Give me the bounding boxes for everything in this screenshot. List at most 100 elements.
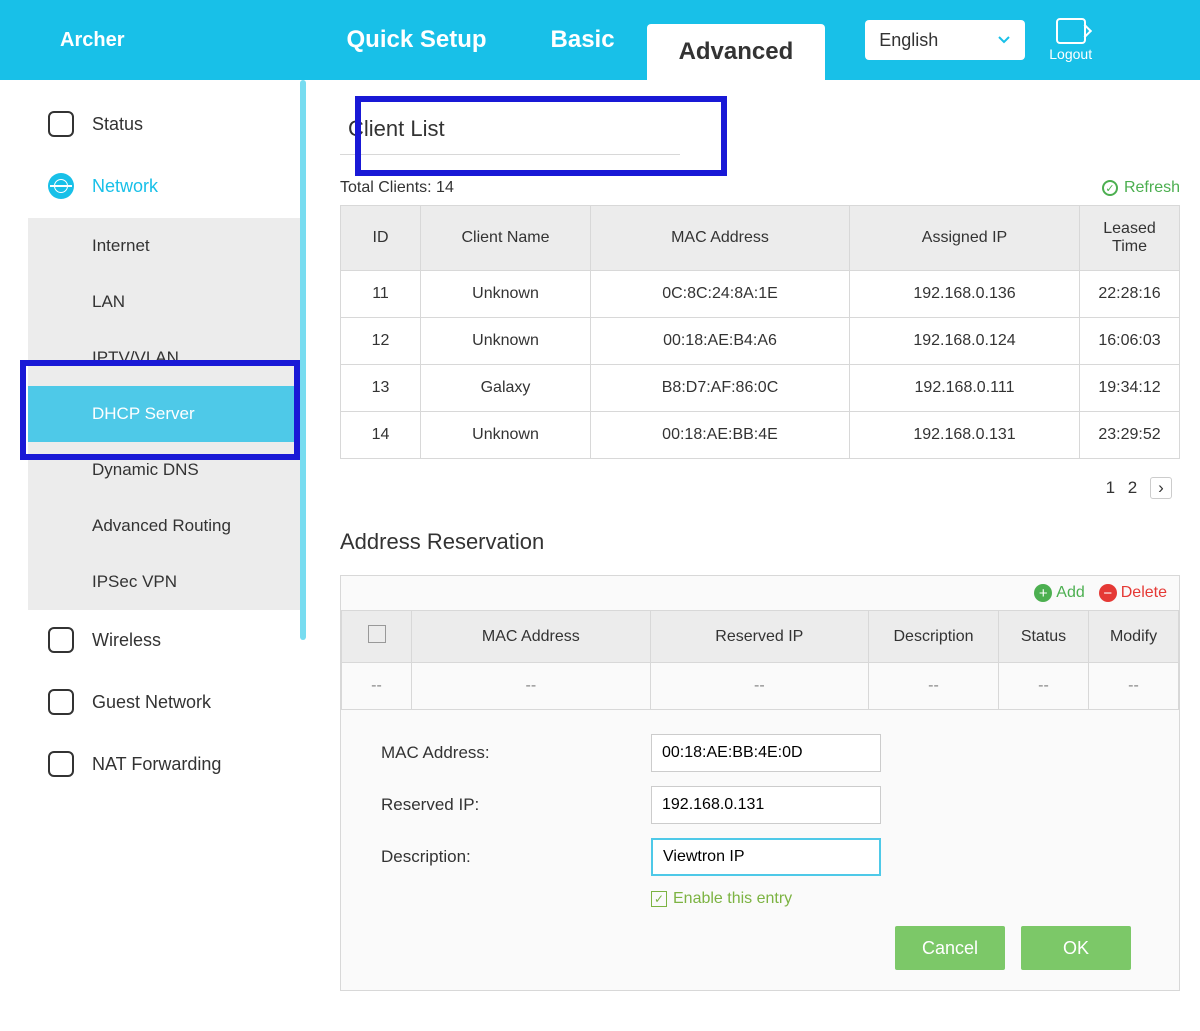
top-bar: Archer Quick Setup Basic Advanced Englis… [0, 0, 1200, 80]
cell-lease: 19:34:12 [1080, 365, 1180, 412]
sidebar-item-status[interactable]: Status [28, 94, 302, 154]
cell-lease: 22:28:16 [1080, 271, 1180, 318]
add-label: Add [1056, 584, 1084, 602]
sidebar-item-advanced-routing[interactable]: Advanced Routing [28, 498, 302, 554]
address-reservation-panel: + Add − Delete MAC Address Reserved IP D… [340, 575, 1180, 991]
minus-icon: − [1099, 584, 1117, 602]
cell-mac: B8:D7:AF:86:0C [591, 365, 850, 412]
sidebar-item-dhcp-server[interactable]: DHCP Server [28, 386, 302, 442]
sidebar-item-ipsec-vpn[interactable]: IPSec VPN [28, 554, 302, 610]
cell-ip: 192.168.0.136 [850, 271, 1080, 318]
cell-ip: 192.168.0.111 [850, 365, 1080, 412]
status-icon [48, 111, 74, 137]
sidebar-item-dynamic-dns[interactable]: Dynamic DNS [28, 442, 302, 498]
language-value: English [879, 30, 938, 51]
wifi-icon [48, 627, 74, 653]
add-button[interactable]: + Add [1034, 584, 1084, 602]
page-1[interactable]: 1 [1106, 478, 1115, 497]
col-mac-address: MAC Address [591, 206, 850, 271]
delete-button[interactable]: − Delete [1099, 584, 1167, 602]
description-input[interactable] [651, 838, 881, 876]
sidebar-item-lan[interactable]: LAN [28, 274, 302, 330]
logout-icon [1056, 18, 1086, 44]
sidebar-item-wireless[interactable]: Wireless [28, 610, 302, 670]
reservation-table: MAC Address Reserved IP Description Stat… [341, 610, 1179, 710]
cell-mac: 0C:8C:24:8A:1E [591, 271, 850, 318]
reservation-form: MAC Address: Reserved IP: Description: ✓… [341, 710, 1179, 990]
table-header-row: ID Client Name MAC Address Assigned IP L… [341, 206, 1180, 271]
page-2[interactable]: 2 [1128, 478, 1137, 497]
ok-button[interactable]: OK [1021, 926, 1131, 970]
client-list-table: ID Client Name MAC Address Assigned IP L… [340, 205, 1180, 459]
tab-quick-setup[interactable]: Quick Setup [314, 0, 518, 80]
sidebar: Status Network Internet LAN IPTV/VLAN DH… [0, 80, 310, 1031]
sidebar-item-nat-forwarding[interactable]: NAT Forwarding [28, 734, 302, 794]
cell-name: Unknown [421, 318, 591, 365]
table-row: 13GalaxyB8:D7:AF:86:0C192.168.0.11119:34… [341, 365, 1180, 412]
sidebar-item-label: Network [92, 176, 158, 197]
refresh-label: Refresh [1124, 179, 1180, 197]
cell-ip: 192.168.0.131 [850, 412, 1080, 459]
page-title: Client List [340, 96, 680, 155]
logout-label: Logout [1049, 46, 1092, 62]
tab-basic[interactable]: Basic [519, 0, 647, 80]
sidebar-item-iptv-vlan[interactable]: IPTV/VLAN [28, 330, 302, 386]
mac-address-input[interactable] [651, 734, 881, 772]
empty-cell: -- [1089, 663, 1179, 710]
cell-mac: 00:18:AE:B4:A6 [591, 318, 850, 365]
table-row: 12Unknown00:18:AE:B4:A6192.168.0.12416:0… [341, 318, 1180, 365]
checkbox-checked-icon: ✓ [651, 891, 667, 907]
empty-cell: -- [412, 663, 651, 710]
tab-advanced[interactable]: Advanced [647, 24, 826, 80]
section-title-address-reservation: Address Reservation [340, 529, 1180, 555]
reserved-ip-label: Reserved IP: [381, 795, 651, 815]
nat-icon [48, 751, 74, 777]
scrollbar[interactable] [300, 80, 306, 640]
table-row: 14Unknown00:18:AE:BB:4E192.168.0.13123:2… [341, 412, 1180, 459]
cell-id: 14 [341, 412, 421, 459]
col-status: Status [999, 611, 1089, 663]
globe-icon [48, 173, 74, 199]
col-reserved-ip: Reserved IP [650, 611, 868, 663]
cell-name: Galaxy [421, 365, 591, 412]
cancel-button[interactable]: Cancel [895, 926, 1005, 970]
logout-button[interactable]: Logout [1049, 18, 1092, 62]
main-tabs: Quick Setup Basic Advanced [314, 0, 825, 80]
empty-cell: -- [999, 663, 1089, 710]
select-all-checkbox[interactable] [368, 625, 386, 643]
language-select[interactable]: English [865, 20, 1025, 60]
reserved-ip-input[interactable] [651, 786, 881, 824]
col-id: ID [341, 206, 421, 271]
col-modify: Modify [1089, 611, 1179, 663]
sidebar-item-label: Wireless [92, 630, 161, 651]
empty-cell: -- [342, 663, 412, 710]
cell-mac: 00:18:AE:BB:4E [591, 412, 850, 459]
guest-icon [48, 689, 74, 715]
enable-entry-checkbox[interactable]: ✓ Enable this entry [651, 890, 1139, 908]
page-next[interactable]: › [1150, 477, 1172, 499]
sidebar-submenu-network: Internet LAN IPTV/VLAN DHCP Server Dynam… [28, 218, 302, 610]
empty-cell: -- [650, 663, 868, 710]
main-content: Client List Total Clients: 14 ✓ Refresh … [310, 80, 1200, 1031]
plus-icon: + [1034, 584, 1052, 602]
mac-address-label: MAC Address: [381, 743, 651, 763]
sidebar-item-internet[interactable]: Internet [28, 218, 302, 274]
enable-entry-label: Enable this entry [673, 890, 792, 908]
col-client-name: Client Name [421, 206, 591, 271]
sidebar-item-guest-network[interactable]: Guest Network [28, 672, 302, 732]
cell-lease: 16:06:03 [1080, 318, 1180, 365]
sidebar-item-label: NAT Forwarding [92, 754, 221, 775]
cell-id: 11 [341, 271, 421, 318]
sidebar-item-network[interactable]: Network [28, 156, 302, 216]
cell-name: Unknown [421, 271, 591, 318]
col-mac-address: MAC Address [412, 611, 651, 663]
empty-cell: -- [869, 663, 999, 710]
refresh-button[interactable]: ✓ Refresh [1102, 179, 1180, 197]
table-row: -- -- -- -- -- -- [342, 663, 1179, 710]
delete-label: Delete [1121, 584, 1167, 602]
total-clients: Total Clients: 14 [340, 179, 454, 197]
cell-id: 12 [341, 318, 421, 365]
col-assigned-ip: Assigned IP [850, 206, 1080, 271]
check-circle-icon: ✓ [1102, 180, 1118, 196]
description-label: Description: [381, 847, 651, 867]
